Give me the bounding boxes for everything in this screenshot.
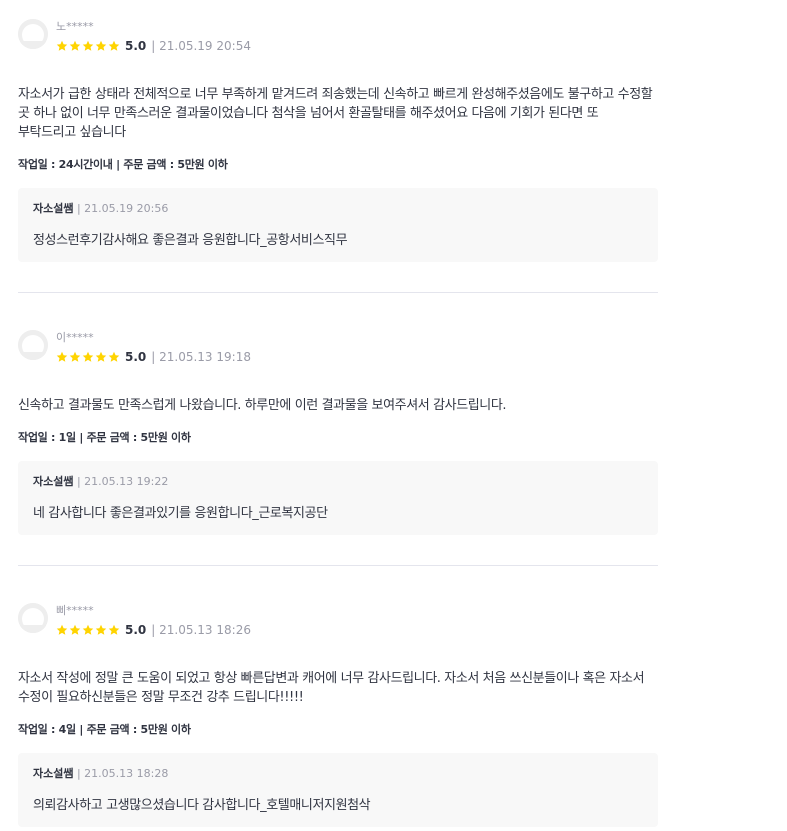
review-list: 노***** 5.0 | 21.05.19 20:54 자소서가 급한 상태라 … [0,0,787,831]
reply-author: 자소설쌤 [33,767,74,780]
reply-author: 자소설쌤 [33,475,74,488]
star-icon [108,624,120,635]
star-icon [108,351,120,362]
seller-reply: 자소설쌤 | 21.05.13 19:22 네 감사합니다 좋은결과있기를 응원… [18,461,658,535]
reply-date: | 21.05.13 18:28 [73,767,169,780]
reviewer-nickname: 이***** [56,331,94,344]
default-profile-icon [18,330,48,360]
review-date: | 21.05.13 18:26 [151,623,251,637]
rating-line: 5.0 | 21.05.13 19:18 [56,350,251,364]
rating-line: 5.0 | 21.05.13 18:26 [56,623,251,637]
rating-score: 5.0 [125,39,147,53]
default-profile-icon [18,19,48,49]
star-icon [95,40,107,51]
reply-text: 네 감사합니다 좋은결과있기를 응원합니다_근로복지공단 [33,506,328,521]
review-content: 자소서 작성에 정말 큰 도움이 되었고 항상 빠른답변과 캐어에 너무 감사드… [18,671,645,705]
default-profile-icon [18,603,48,633]
star-icon [82,40,94,51]
review-content: 신속하고 결과물도 만족스럽게 나왔습니다. 하루만에 이런 결과물을 보여주셔… [18,398,507,413]
reply-date: | 21.05.13 19:22 [73,475,169,488]
star-icon [95,351,107,362]
star-icon [69,40,81,51]
seller-reply: 자소설쌤 | 21.05.13 18:28 의뢰감사하고 고생많으셨습니다 감사… [18,753,658,827]
reply-text: 의뢰감사하고 고생많으셨습니다 감사합니다_호텔매니저지원첨삭 [33,798,371,813]
star-icon [82,351,94,362]
review-meta: 작업일 : 24시간이내 | 주문 금액 : 5만원 이하 [18,158,228,171]
review-header: 삐***** 5.0 | 21.05.13 18:26 [18,602,658,642]
review-date: | 21.05.13 19:18 [151,350,251,364]
rating-score: 5.0 [125,350,147,364]
rating-line: 5.0 | 21.05.19 20:54 [56,39,251,53]
reply-header: 자소설쌤 | 21.05.13 18:28 [33,766,643,782]
review-content: 자소서가 급한 상태라 전체적으로 너무 부족하게 맡겨드려 죄송했는데 신속하… [18,87,653,140]
star-icon [56,40,68,51]
star-icon [69,351,81,362]
review-item: 삐***** 5.0 | 21.05.13 18:26 자소서 작성에 정말 큰… [18,602,658,827]
review-divider [18,292,658,293]
review-meta: 작업일 : 1일 | 주문 금액 : 5만원 이하 [18,431,191,444]
review-header: 노***** 5.0 | 21.05.19 20:54 [18,18,658,58]
reviewer-nickname: 노***** [56,20,94,33]
review-header: 이***** 5.0 | 21.05.13 19:18 [18,329,658,369]
seller-reply: 자소설쌤 | 21.05.19 20:56 정성스런후기감사해요 좋은결과 응원… [18,188,658,262]
reply-header: 자소설쌤 | 21.05.13 19:22 [33,474,643,490]
reply-text: 정성스런후기감사해요 좋은결과 응원합니다_공항서비스직무 [33,233,348,248]
review-divider [18,565,658,566]
review-date: | 21.05.19 20:54 [151,39,251,53]
star-icon [82,624,94,635]
star-icon [56,624,68,635]
review-item: 노***** 5.0 | 21.05.19 20:54 자소서가 급한 상태라 … [18,18,658,262]
star-icon [69,624,81,635]
star-rating [56,624,120,636]
star-icon [56,351,68,362]
reply-author: 자소설쌤 [33,202,74,215]
star-icon [95,624,107,635]
star-rating [56,351,120,363]
star-icon [108,40,120,51]
reply-header: 자소설쌤 | 21.05.19 20:56 [33,201,643,217]
review-item: 이***** 5.0 | 21.05.13 19:18 신속하고 결과물도 만족… [18,329,658,535]
reviewer-nickname: 삐***** [56,604,94,617]
star-rating [56,40,120,52]
reply-date: | 21.05.19 20:56 [73,202,169,215]
review-meta: 작업일 : 4일 | 주문 금액 : 5만원 이하 [18,723,191,736]
rating-score: 5.0 [125,623,147,637]
